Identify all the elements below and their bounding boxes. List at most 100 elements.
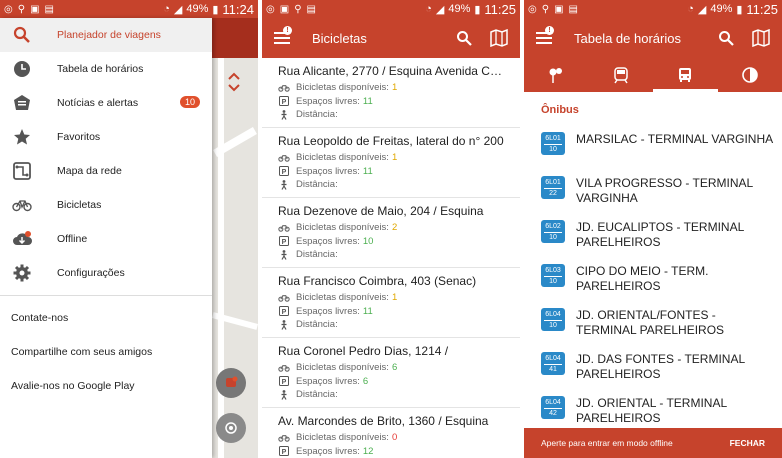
map-icon[interactable] — [752, 29, 770, 47]
tab-train[interactable] — [589, 58, 654, 92]
search-icon[interactable] — [718, 30, 734, 46]
station-item[interactable]: Rua Dezenove de Maio, 204 / Esquina Bicic… — [262, 198, 520, 268]
half-circle-icon — [741, 67, 758, 83]
available-label: Bicicletas disponíveis: — [296, 82, 389, 94]
signal-icon: ◢ — [697, 3, 707, 16]
image-icon: ▣ — [30, 3, 40, 15]
route-code-bottom: 42 — [544, 408, 562, 418]
route-name: CIPO DO MEIO - TERM. PARELHEIROS — [576, 264, 709, 293]
available-count: 0 — [391, 432, 398, 444]
free-slots-row: P Espaços livres: 6 — [278, 375, 506, 389]
station-item[interactable]: Rua Francisco Coimbra, 403 (Senac) Bicicl… — [262, 268, 520, 338]
offline-snackbar[interactable]: Aperte para entrar em modo offline FECHA… — [524, 428, 782, 458]
station-list: Rua Alicante, 2770 / Esquina Avenida Cup… — [262, 58, 520, 458]
app-bar: ! Tabela de horários — [524, 18, 782, 58]
station-name: Rua Francisco Coimbra, 403 (Senac) — [278, 274, 477, 288]
expand-icon[interactable] — [227, 71, 241, 93]
status-bar: ◎ ⚲ ▣ ▤ ◔ ◢ 49% ▮ 11:24 — [0, 0, 258, 18]
parking-icon: P — [278, 306, 290, 317]
available-count: 1 — [391, 82, 398, 94]
contact-us-link[interactable]: Contate-nos — [0, 301, 212, 335]
battery-icon: ▮ — [736, 3, 743, 16]
walking-icon — [278, 319, 290, 330]
network-map-icon — [12, 161, 32, 181]
wifi-icon: ◔ — [163, 3, 170, 15]
route-item[interactable]: 6L04 10 JD. ORIENTAL/FONTES - TERMINAL PAR… — [524, 300, 782, 344]
route-code-bottom: 10 — [544, 276, 562, 286]
bus-marker-button[interactable] — [216, 368, 246, 398]
route-name: JD. DAS FONTES - TERMINAL PARELHEIROS — [576, 352, 745, 381]
tab-stops[interactable] — [524, 58, 589, 92]
route-code-badge: 6L04 42 — [541, 396, 565, 419]
tab-other[interactable] — [718, 58, 782, 92]
free-count: 11 — [362, 165, 373, 177]
map-icon[interactable] — [490, 29, 508, 47]
free-slots-row: P Espaços livres: 11 — [278, 95, 506, 109]
drawer-item-settings[interactable]: Configurações — [0, 256, 212, 290]
route-code-badge: 6L01 22 — [541, 176, 565, 199]
navigation-drawer: Planejador de viagens Tabela de horários… — [0, 18, 212, 458]
snackbar-text: Aperte para entrar em modo offline — [541, 438, 673, 448]
distance-row: Distância: — [278, 178, 506, 192]
my-location-button[interactable] — [216, 413, 246, 443]
image-icon: ▣ — [554, 3, 564, 15]
rate-link[interactable]: Avalie-nos no Google Play — [0, 369, 212, 403]
tab-bus[interactable] — [653, 58, 718, 92]
stops-icon — [549, 68, 563, 83]
bicycle-icon — [278, 224, 290, 232]
svg-text:P: P — [282, 99, 287, 106]
route-item[interactable]: 6L04 41 JD. DAS FONTES - TERMINAL PARELHEI… — [524, 344, 782, 388]
route-item[interactable]: 6L02 10 JD. EUCALIPTOS - TERMINAL PARELHEI… — [524, 212, 782, 256]
wifi-icon: ◔ — [425, 3, 432, 15]
route-item[interactable]: 6L01 10 MARSILAC - TERMINAL VARGINHA — [524, 124, 782, 168]
station-item[interactable]: Rua Alicante, 2770 / Esquina Avenida Cup… — [262, 58, 520, 128]
bicycle-icon — [278, 154, 290, 162]
clock: 11:25 — [484, 1, 516, 17]
route-code-bottom: 22 — [544, 188, 562, 198]
status-bar: ◎ ▣ ⚲ ▤ ◔ ◢ 49% ▮ 11:25 — [262, 0, 520, 18]
share-link[interactable]: Compartilhe com seus amigos — [0, 335, 212, 369]
route-item[interactable]: 6L03 10 CIPO DO MEIO - TERM. PARELHEIROS — [524, 256, 782, 300]
drawer-item-network-map[interactable]: Mapa da rede — [0, 154, 212, 188]
drawer-item-favorites[interactable]: Favoritos — [0, 120, 212, 154]
available-count: 6 — [391, 362, 398, 374]
free-count: 11 — [362, 95, 373, 107]
battery-level: 49% — [710, 3, 733, 15]
station-item[interactable]: Rua Leopoldo de Freitas, lateral do n° 2… — [262, 128, 520, 198]
drawer-item-label: Offline — [57, 233, 88, 245]
station-item[interactable]: Rua Coronel Pedro Dias, 1214 / Bicicletas… — [262, 338, 520, 408]
drawer-item-label: Favoritos — [57, 131, 101, 143]
available-label: Bicicletas disponíveis: — [296, 362, 389, 374]
route-code-bottom: 41 — [544, 364, 562, 374]
app-icon: ◎ — [266, 3, 275, 15]
free-label: Espaços livres: — [296, 305, 360, 317]
drawer-item-timetable[interactable]: Tabela de horários — [0, 52, 212, 86]
gear-icon — [12, 263, 32, 283]
drawer-divider — [0, 295, 212, 296]
drawer-item-offline[interactable]: Offline — [0, 222, 212, 256]
station-item[interactable]: Av. Marcondes de Brito, 1360 / Esquina Bi… — [262, 408, 520, 458]
route-code-badge: 6L02 10 — [541, 220, 565, 243]
train-icon — [614, 67, 628, 84]
route-code-top: 6L04 — [545, 355, 561, 362]
drawer-item-bicycles[interactable]: Bicicletas — [0, 188, 212, 222]
route-code-top: 6L01 — [545, 179, 561, 186]
clock: 11:24 — [222, 1, 254, 17]
route-item[interactable]: 6L01 22 VILA PROGRESSO - TERMINAL VARGINHA — [524, 168, 782, 212]
wifi-icon: ◔ — [687, 3, 694, 15]
drawer-item-label: Notícias e alertas — [57, 97, 139, 109]
route-item[interactable]: 6L04 42 JD. ORIENTAL - TERMINAL PARELHEIRO… — [524, 388, 782, 432]
notification-icons: ◎ ▣ ⚲ ▤ — [266, 4, 316, 15]
free-count: 12 — [362, 445, 374, 457]
bicycle-icon — [278, 84, 290, 92]
close-snackbar-button[interactable]: FECHAR — [730, 438, 765, 448]
route-code-bottom: 10 — [544, 232, 562, 242]
station-name: Rua Dezenove de Maio, 204 / Esquina — [278, 204, 484, 218]
drawer-item-trip-planner[interactable]: Planejador de viagens — [0, 18, 212, 52]
image-icon: ▣ — [279, 3, 290, 15]
search-icon[interactable] — [456, 30, 472, 46]
page-title: Tabela de horários — [574, 30, 681, 46]
drawer-item-news[interactable]: Notícias e alertas 10 — [0, 86, 212, 120]
bicycle-icon — [278, 364, 290, 372]
drawer-screen: ◎ ⚲ ▣ ▤ ◔ ◢ 49% ▮ 11:24 Planejador de vi… — [0, 0, 258, 458]
